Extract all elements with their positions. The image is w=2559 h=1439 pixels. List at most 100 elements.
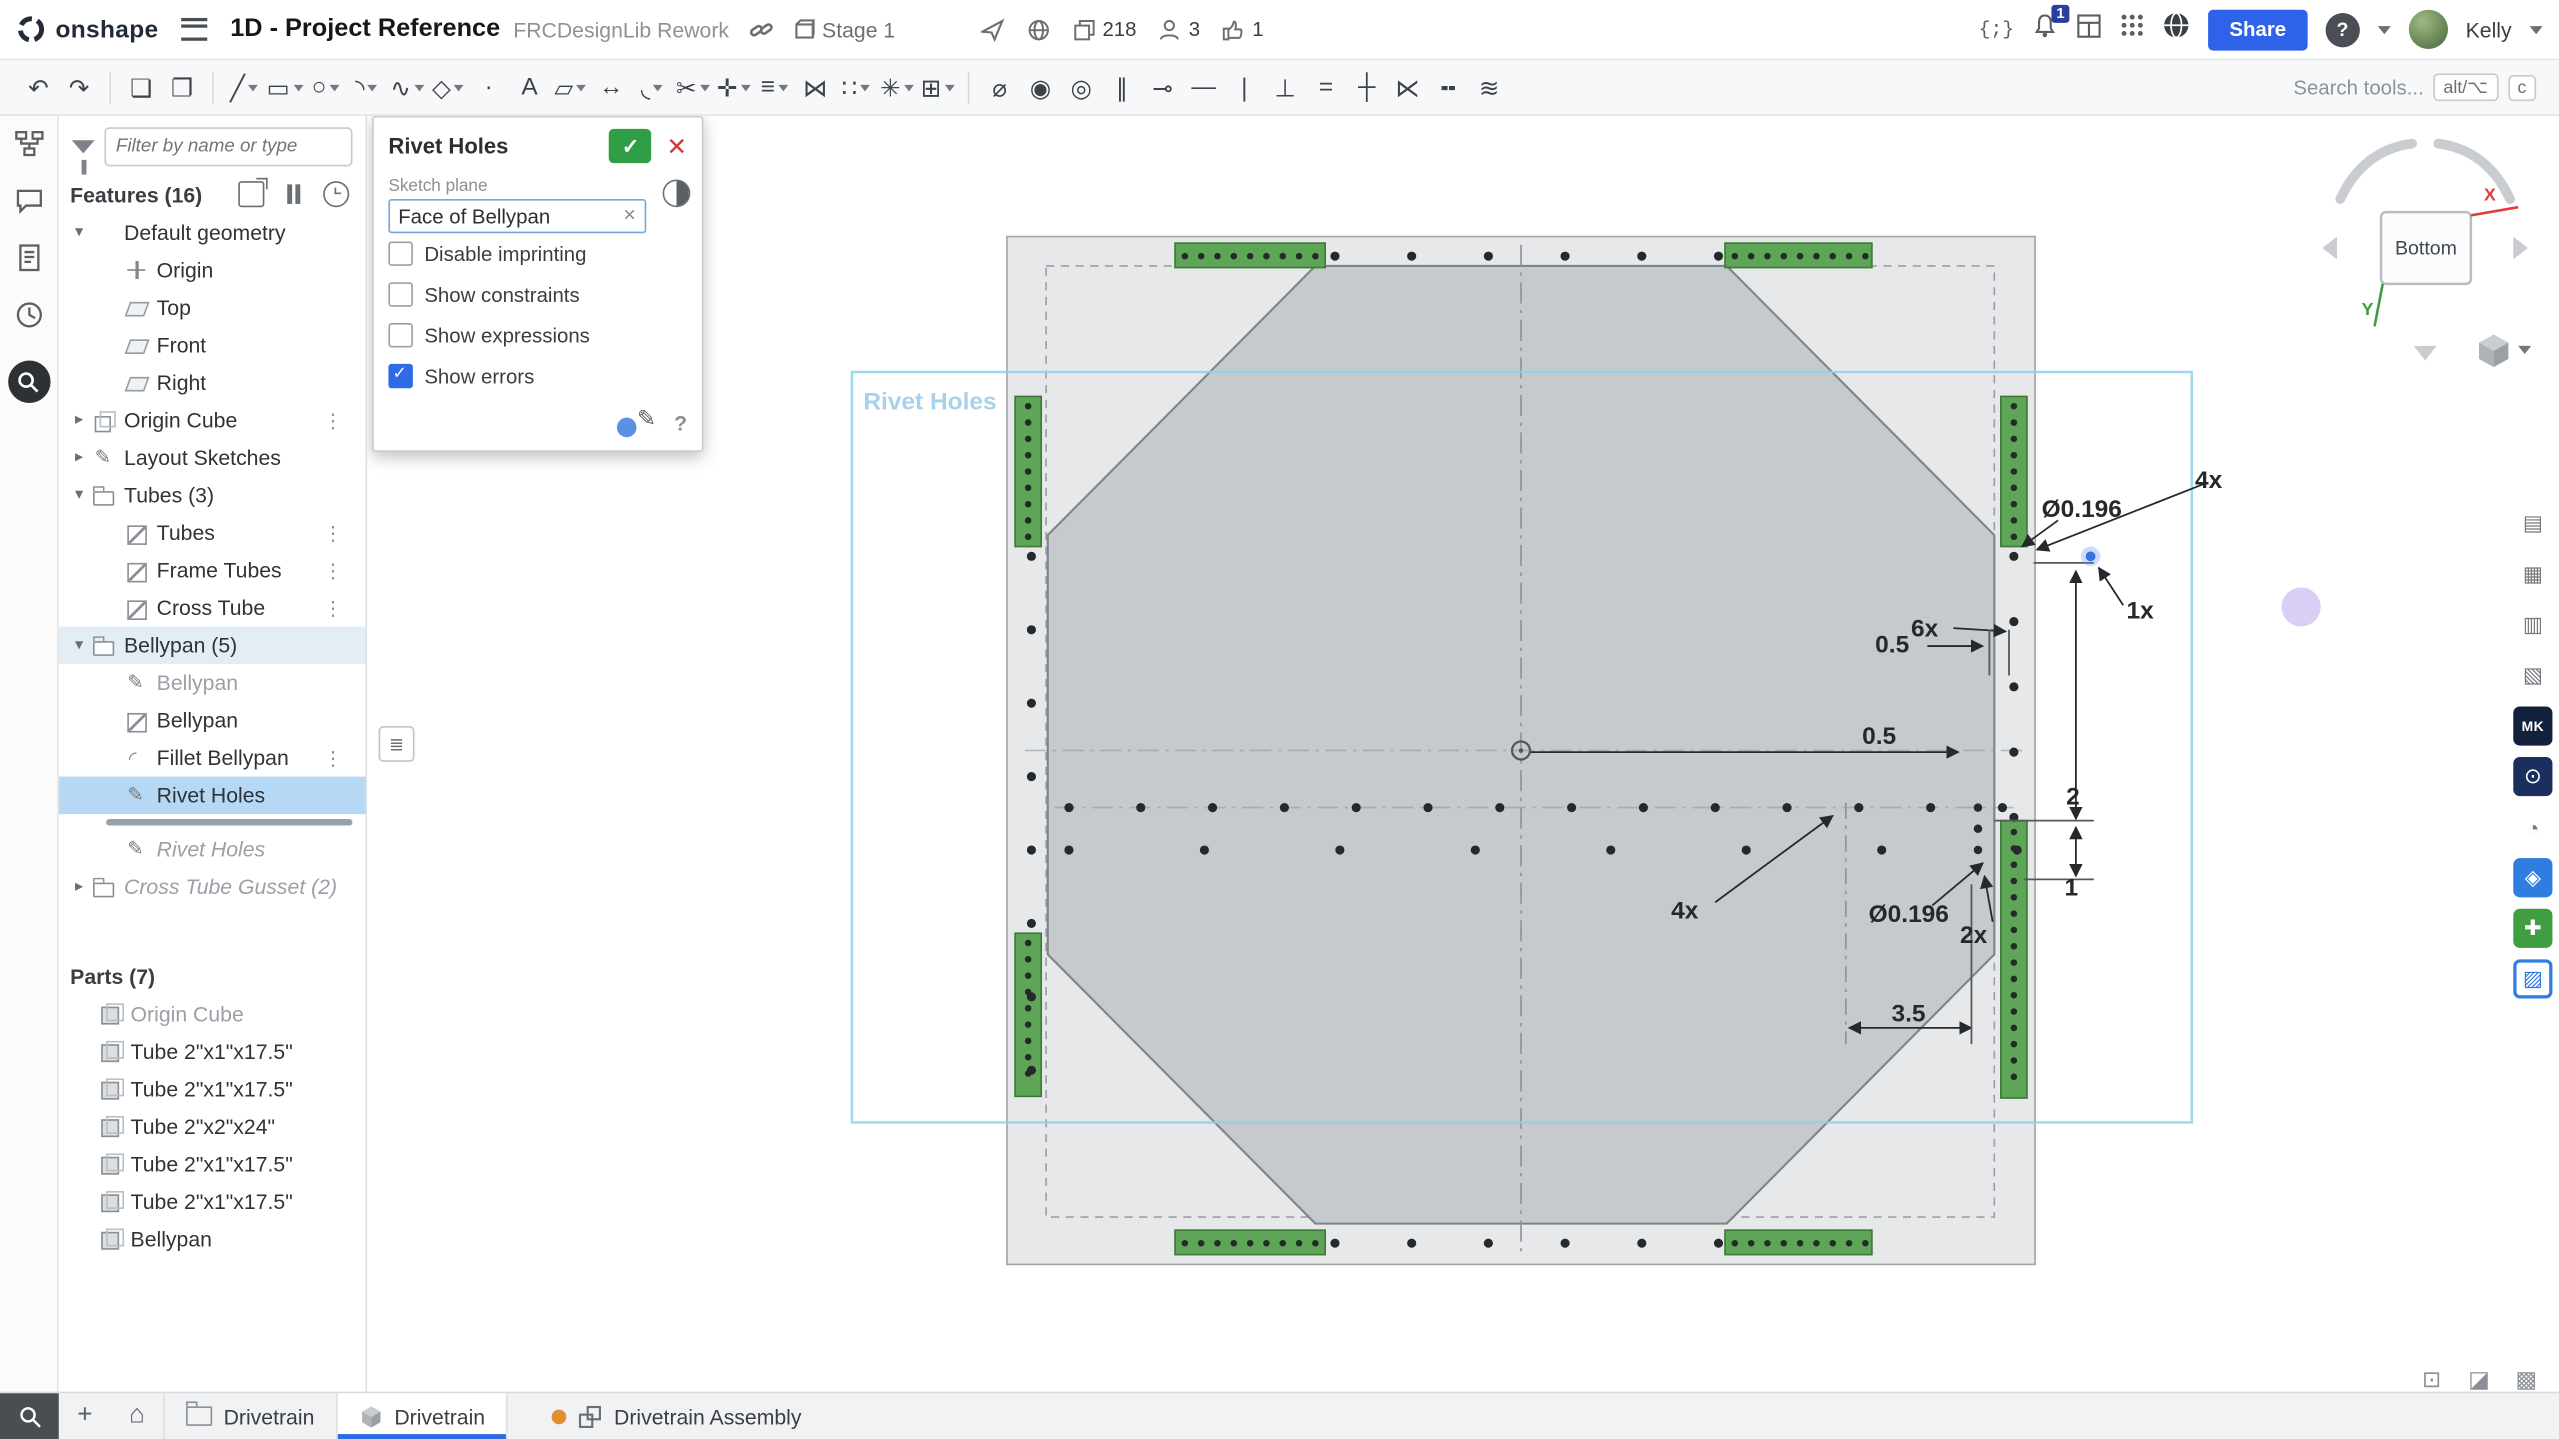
part-row[interactable]: Tube 2"x1"x17.5" <box>59 1033 366 1071</box>
confirm-button[interactable]: ✓ <box>609 129 651 163</box>
dimension-label[interactable]: 2 <box>2066 783 2080 810</box>
sketch-dimension-icon[interactable]: ✎ <box>617 408 656 437</box>
dimension-label[interactable]: 6x <box>1911 615 1939 642</box>
rollback-bar[interactable] <box>106 819 352 826</box>
checkbox-icon[interactable] <box>388 282 412 306</box>
chevron-icon[interactable] <box>67 486 91 504</box>
circular-pattern-icon[interactable]: ✳ <box>878 66 916 108</box>
globe-icon[interactable] <box>2163 11 2191 47</box>
part-row[interactable]: Bellypan <box>59 1220 366 1258</box>
offset-tool-icon[interactable]: ≡ <box>756 66 794 108</box>
parallel-constraint-icon[interactable]: ∥ <box>1103 66 1141 108</box>
trim-tool-icon[interactable]: ✂ <box>674 66 712 108</box>
dimension-label[interactable]: 4x <box>2195 467 2223 494</box>
mkcad-app-icon[interactable]: MK <box>2513 706 2552 745</box>
arc-tool-icon[interactable]: ◝ <box>348 66 386 108</box>
chevron-icon[interactable] <box>67 224 91 242</box>
view-orientation-label[interactable]: Bottom <box>2395 238 2457 260</box>
panel-icon-2[interactable]: ▦ <box>2513 555 2552 594</box>
perpendicular-constraint-icon[interactable]: ⊥ <box>1266 66 1304 108</box>
app-icon-10[interactable]: ▨ <box>2513 959 2552 998</box>
grid-display-icon[interactable]: ▩ <box>2508 1364 2544 1392</box>
tangent-constraint-icon[interactable]: ⊸ <box>1144 66 1182 108</box>
dimension-label[interactable]: Ø0.196 <box>1869 901 1949 928</box>
part-row[interactable]: Tube 2"x1"x17.5" <box>59 1183 366 1221</box>
dimension-label[interactable]: 0.5 <box>1862 723 1896 750</box>
dimension-label[interactable]: 0.5 <box>1875 632 1909 659</box>
show-constraints-icon[interactable]: ≋ <box>1470 66 1508 108</box>
construction-toggle-icon[interactable]: ╍ <box>1430 66 1468 108</box>
dimension-label[interactable]: 2x <box>1960 922 1988 949</box>
polygon-tool-icon[interactable]: ◇ <box>429 66 467 108</box>
app-icon-6[interactable]: ⊙ <box>2513 757 2552 796</box>
part-row[interactable]: Origin Cube <box>59 995 366 1033</box>
feature-row[interactable]: ⋮ <box>59 814 366 830</box>
part-row[interactable]: Tube 2"x1"x17.5" <box>59 1070 366 1108</box>
app-icon-8[interactable]: ◈ <box>2513 858 2552 897</box>
history-icon[interactable] <box>11 297 47 333</box>
appearance-icon[interactable]: ◪ <box>2461 1364 2497 1392</box>
chevron-icon[interactable] <box>67 636 91 654</box>
copy-icon[interactable]: ❏ <box>122 66 160 108</box>
insert-image-icon[interactable]: ⊞ <box>919 66 957 108</box>
plane-tool-icon[interactable]: ▱ <box>552 66 590 108</box>
spline-tool-icon[interactable]: ∿ <box>388 66 426 108</box>
linear-pattern-icon[interactable]: ∷ <box>837 66 875 108</box>
undo-icon[interactable]: ↶ <box>20 66 58 108</box>
kebab-menu-icon[interactable]: ⋮ <box>323 521 343 544</box>
rotate-down-icon[interactable] <box>2414 346 2437 361</box>
checkbox-icon[interactable] <box>388 323 412 347</box>
part-row[interactable]: Tube 2"x2"x24" <box>59 1108 366 1146</box>
dimension-label[interactable]: 3.5 <box>1891 1000 1925 1027</box>
feature-row[interactable]: Cross Tube Gusset (2) ⋮ <box>59 868 366 906</box>
branch-icon[interactable] <box>11 126 47 162</box>
cancel-button[interactable]: ✕ <box>667 131 688 160</box>
sketch-name-label[interactable]: Rivet Holes <box>863 389 996 416</box>
chevron-icon[interactable] <box>67 411 91 429</box>
checkbox-icon[interactable] <box>388 364 412 388</box>
tab-manager-button[interactable] <box>0 1393 59 1439</box>
feature-row[interactable]: Origin Cube ⋮ <box>59 401 366 439</box>
search-tools[interactable]: Search tools... alt/⌥ c <box>2293 73 2536 101</box>
version-icon[interactable] <box>793 18 816 41</box>
plane-orientation-icon[interactable] <box>663 179 691 207</box>
version-label[interactable]: Stage 1 <box>822 17 895 41</box>
paste-icon[interactable]: ❐ <box>163 66 201 108</box>
feature-row[interactable]: Fillet Bellypan ⋮ <box>59 739 366 777</box>
filter-input[interactable] <box>104 127 352 166</box>
box-arrow-icon[interactable] <box>238 181 264 207</box>
feature-row[interactable]: Tubes (3) ⋮ <box>59 476 366 514</box>
home-icon[interactable]: ⌂ <box>111 1393 163 1439</box>
folder-tab[interactable]: Drivetrain <box>163 1393 337 1439</box>
horizontal-constraint-icon[interactable]: ― <box>1185 66 1223 108</box>
tab-drivetrain-assembly[interactable]: Drivetrain Assembly <box>531 1393 823 1439</box>
help-menu-button[interactable]: ? <box>2325 12 2359 46</box>
featurescript-icon[interactable]: {;} <box>1979 18 2014 41</box>
chevron-icon[interactable] <box>67 878 91 896</box>
dimension-label[interactable]: 4x <box>1671 898 1699 925</box>
panel-icon-4[interactable]: ▧ <box>2513 656 2552 695</box>
transform-tool-icon[interactable]: ✛ <box>715 66 753 108</box>
checkbox-icon[interactable] <box>388 241 412 265</box>
sketch-plane-field[interactable]: Face of Bellypan ✕ <box>388 199 646 233</box>
feature-row[interactable]: Rivet Holes ⋮ <box>59 777 366 815</box>
document-icon[interactable] <box>11 240 47 276</box>
feature-row[interactable]: Rivet Holes ⋮ <box>59 830 366 868</box>
app-store-icon[interactable] <box>2120 13 2144 46</box>
main-menu-icon[interactable] <box>181 18 207 41</box>
feature-row[interactable]: Frame Tubes ⋮ <box>59 551 366 589</box>
panel-toggle-button[interactable]: ≣ <box>379 726 415 762</box>
kebab-menu-icon[interactable]: ⋮ <box>323 559 343 582</box>
part-row[interactable]: Tube 2"x1"x17.5" <box>59 1145 366 1183</box>
help-icon[interactable]: ? <box>674 410 687 434</box>
vertical-constraint-icon[interactable]: ∣ <box>1226 66 1264 108</box>
add-tab-button[interactable]: + <box>59 1393 111 1439</box>
tab-drivetrain[interactable]: Drivetrain <box>337 1393 508 1439</box>
view-mode-button[interactable] <box>2479 334 2531 367</box>
feature-row[interactable]: Right ⋮ <box>59 364 366 402</box>
share-button[interactable]: Share <box>2208 9 2307 50</box>
clock-icon[interactable] <box>323 181 349 207</box>
selected-sketch-point[interactable] <box>2081 547 2101 567</box>
point-tool-icon[interactable]: ∙ <box>470 66 508 108</box>
separator[interactable] <box>109 71 111 104</box>
